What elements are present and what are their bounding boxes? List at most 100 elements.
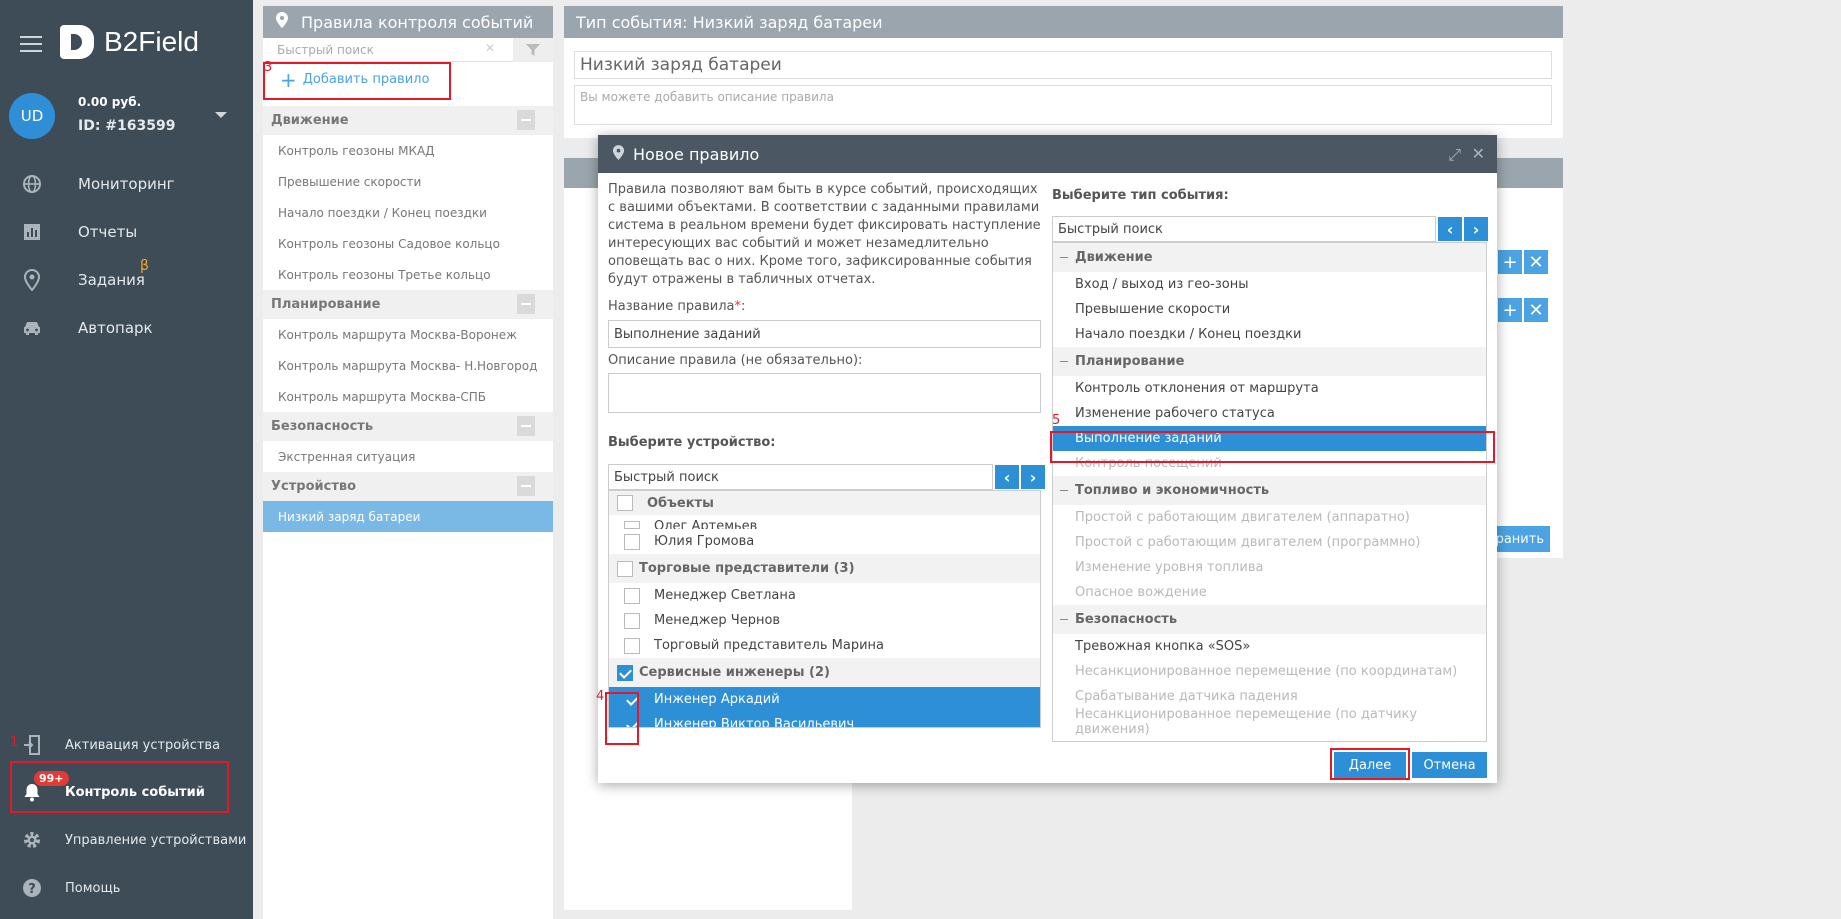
rule-item-active[interactable]: Низкий заряд батареи <box>263 501 553 532</box>
nav-label: Активация устройства <box>65 737 221 753</box>
device-item[interactable]: Юлия Громова <box>609 529 1040 554</box>
event-item[interactable]: Изменение рабочего статуса <box>1053 401 1486 426</box>
rule-item[interactable]: Контроль маршрута Москва- Н.Новгород <box>263 350 553 381</box>
rule-name-field[interactable]: Выполнение заданий <box>608 320 1041 348</box>
device-label-text: Инженер Аркадий <box>654 692 780 707</box>
collapse-icon[interactable] <box>517 476 535 496</box>
add-rule-button[interactable]: + Добавить правило <box>280 67 429 92</box>
add-icon[interactable]: + <box>1498 250 1522 274</box>
device-item[interactable]: Олег Артемьев <box>609 515 1040 529</box>
collapse-icon[interactable] <box>517 294 535 314</box>
close-icon[interactable]: ✕ <box>1472 144 1485 163</box>
nav-fleet[interactable]: Автопарк <box>0 308 253 348</box>
event-type-label: Выберите тип события: <box>1052 188 1229 203</box>
dialog-title: Новое правило <box>633 144 760 164</box>
svg-text:?: ? <box>28 882 36 897</box>
event-group[interactable]: Планирование <box>1053 347 1486 376</box>
device-label-text: Юлия Громова <box>654 534 755 549</box>
highlight-box <box>605 692 639 745</box>
collapse-icon[interactable] <box>517 416 535 436</box>
event-group[interactable]: Движение <box>1053 243 1486 272</box>
device-search-input[interactable]: Быстрый поиск <box>608 464 993 490</box>
objects-header[interactable]: Объекты <box>609 491 1040 515</box>
avatar[interactable]: UD <box>9 93 55 139</box>
event-item[interactable]: Превышение скорости <box>1053 297 1486 322</box>
rule-description-field[interactable] <box>608 373 1041 413</box>
rule-name-label-text: Название правила <box>608 299 735 314</box>
clear-icon[interactable]: ✕ <box>485 41 495 55</box>
event-group[interactable]: Топливо и экономичность <box>1053 476 1486 505</box>
event-search-input[interactable]: Быстрый поиск <box>1052 216 1436 242</box>
chevron-right-icon[interactable]: › <box>1464 217 1488 241</box>
chevron-right-icon[interactable]: › <box>1021 465 1045 489</box>
checkbox[interactable] <box>617 495 633 511</box>
rule-item[interactable]: Экстренная ситуация <box>263 441 553 472</box>
close-icon[interactable]: ✕ <box>1524 298 1548 322</box>
rule-group-header[interactable]: Безопасность <box>263 412 553 441</box>
nav-tasks[interactable]: Задания <box>0 260 253 300</box>
event-group[interactable]: Безопасность <box>1053 605 1486 634</box>
chevron-left-icon[interactable]: ‹ <box>1438 217 1462 241</box>
event-item[interactable]: Тревожная кнопка «SOS» <box>1053 634 1486 659</box>
group-label: Движение <box>271 113 349 128</box>
new-rule-dialog: Новое правило ⤢ ✕ Правила позволяют вам … <box>596 135 1497 783</box>
rule-item[interactable]: Начало поездки / Конец поездки <box>263 197 553 228</box>
event-panel-header: Тип события: Низкий заряд батареи <box>564 6 1563 38</box>
event-item[interactable]: Начало поездки / Конец поездки <box>1053 322 1486 347</box>
rule-item[interactable]: Контроль геозоны Садовое кольцо <box>263 228 553 259</box>
device-enter-icon <box>21 734 43 756</box>
checkbox[interactable] <box>624 533 640 550</box>
checkbox[interactable] <box>624 587 640 604</box>
balance: 0.00 руб. <box>78 95 142 109</box>
device-item[interactable]: Менеджер Чернов <box>609 608 1040 633</box>
rule-description-input[interactable]: Вы можете добавить описание правила <box>574 85 1552 125</box>
chevron-down-icon[interactable] <box>215 112 227 118</box>
device-group[interactable]: Сервисные инженеры (2) <box>609 658 1040 687</box>
collapse-icon[interactable] <box>517 110 535 130</box>
checkbox-checked[interactable] <box>617 664 633 681</box>
cancel-button[interactable]: Отмена <box>1412 752 1487 778</box>
car-icon <box>21 317 43 339</box>
chevron-left-icon[interactable]: ‹ <box>995 465 1019 489</box>
next-button[interactable]: Далее <box>1334 752 1406 778</box>
rules-search[interactable]: Быстрый поиск ✕ <box>263 38 553 62</box>
rule-item[interactable]: Контроль маршрута Москва-Воронеж <box>263 319 553 350</box>
rule-group-header[interactable]: Движение <box>263 106 553 135</box>
rules-search-input[interactable]: Быстрый поиск <box>277 43 374 57</box>
nav-device-activation[interactable]: Активация устройства <box>0 725 253 765</box>
event-item-disabled: Простой с работающим двигателем (аппарат… <box>1075 510 1410 525</box>
event-item[interactable]: Вход / выход из гео-зоны <box>1053 272 1486 297</box>
nav-help[interactable]: ? Помощь <box>0 868 253 908</box>
device-item-selected[interactable]: Инженер Виктор Васильевич <box>609 712 1040 727</box>
add-icon[interactable]: + <box>1498 298 1522 322</box>
filter-icon[interactable] <box>513 38 553 62</box>
checkbox[interactable] <box>624 637 640 654</box>
nav-reports[interactable]: Отчеты <box>0 212 253 252</box>
rule-item[interactable]: Контроль геозоны Третье кольцо <box>263 259 553 290</box>
checkbox[interactable] <box>624 612 640 629</box>
event-item[interactable]: Контроль отклонения от маршрута <box>1053 376 1486 401</box>
rule-item[interactable]: Контроль маршрута Москва-СПБ <box>263 381 553 412</box>
rule-name-input[interactable]: Низкий заряд батареи <box>574 51 1552 79</box>
rule-group-header[interactable]: Планирование <box>263 290 553 319</box>
menu-icon[interactable] <box>20 36 42 52</box>
checkbox[interactable] <box>624 521 640 529</box>
device-item[interactable]: Торговый представитель Марина <box>609 633 1040 658</box>
nav-label: Отчеты <box>78 223 138 241</box>
device-group[interactable]: Торговые представители (3) <box>609 554 1040 583</box>
rule-group-header[interactable]: Устройство <box>263 472 553 501</box>
device-item[interactable]: Менеджер Светлана <box>609 583 1040 608</box>
nav-label: Задания <box>78 271 145 289</box>
checkbox[interactable] <box>617 560 633 577</box>
device-item-selected[interactable]: Инженер Аркадий <box>609 687 1040 712</box>
device-group-label: Торговые представители (3) <box>639 561 855 576</box>
nav-monitoring[interactable]: Мониторинг <box>0 164 253 204</box>
rule-item[interactable]: Контроль геозоны МКАД <box>263 135 553 166</box>
expand-icon[interactable]: ⤢ <box>1448 145 1461 165</box>
rule-item[interactable]: Превышение скорости <box>263 166 553 197</box>
plus-icon: + <box>280 67 297 92</box>
event-item-disabled: Несанкционированное перемещение (по коор… <box>1075 664 1458 679</box>
logo-icon <box>60 25 94 59</box>
close-icon[interactable]: ✕ <box>1524 250 1548 274</box>
nav-device-management[interactable]: Управление устройствами <box>0 820 253 860</box>
